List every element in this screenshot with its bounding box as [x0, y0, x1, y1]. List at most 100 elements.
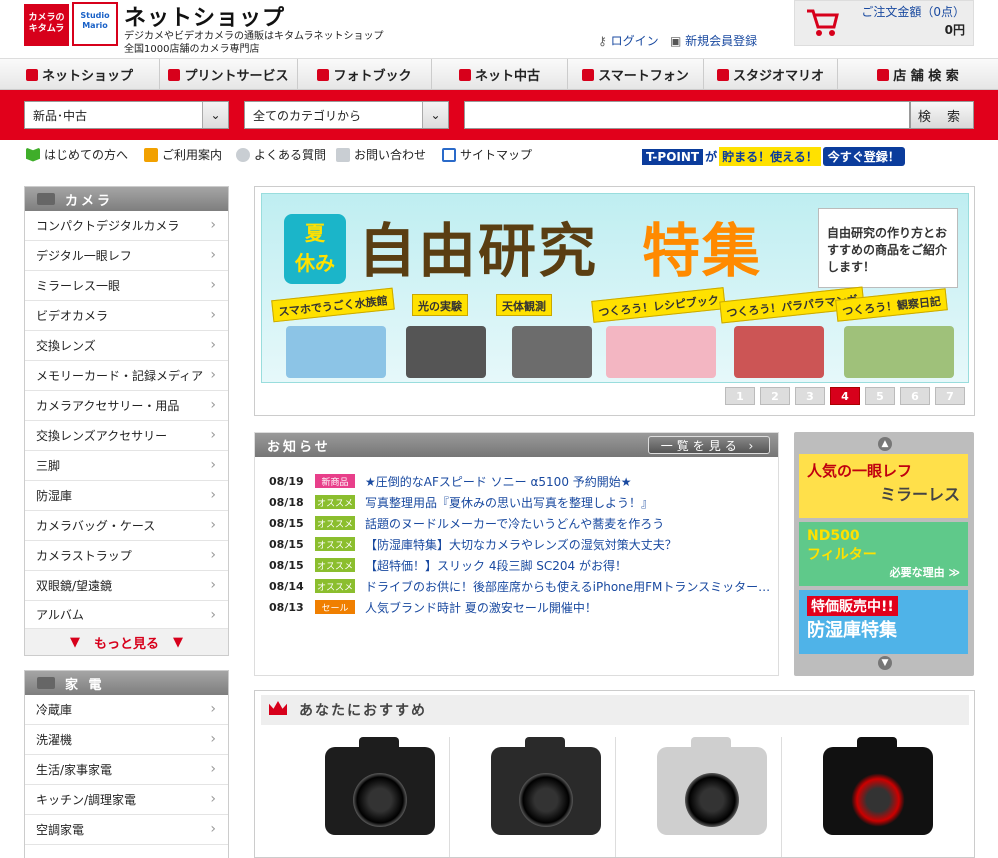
- cart-summary[interactable]: ご注文金額（0点） 0円: [794, 0, 974, 46]
- news-item[interactable]: 08/15 オススメ 【超特価！】スリック 4段三脚 SC204 がお得！: [269, 555, 627, 575]
- util-link-sitemap[interactable]: サイトマップ: [442, 146, 532, 163]
- category-select[interactable]: 全てのカテゴリから ⌄: [244, 101, 449, 129]
- feature-banner[interactable]: 夏 休み 自由研究 特集 自由研究の作り方とおすすめの商品をご紹介します！ スマ…: [261, 193, 969, 383]
- news-date: 08/14: [269, 579, 304, 593]
- sidebar-item[interactable]: アルバム: [25, 601, 228, 629]
- page-button[interactable]: 1: [725, 387, 755, 405]
- product-image[interactable]: [823, 737, 933, 835]
- sidebar-item[interactable]: 交換レンズアクセサリー: [25, 421, 228, 451]
- search-input[interactable]: [464, 101, 910, 129]
- sidebar-item[interactable]: カメラバッグ・ケース: [25, 511, 228, 541]
- sidebar-title: カメラ: [65, 193, 114, 209]
- news-date: 08/19: [269, 474, 304, 488]
- product-card[interactable]: [285, 737, 450, 857]
- side-banner-slr[interactable]: 人気の一眼レフ ミラーレス: [799, 454, 968, 518]
- login-link[interactable]: ⚷ ログイン: [598, 32, 659, 49]
- nav-netshop[interactable]: ネットショップ: [0, 59, 160, 90]
- sidebar-item[interactable]: ミラーレス一眼: [25, 271, 228, 301]
- news-text[interactable]: ★圧倒的なAFスピード ソニー α5100 予約開始★: [365, 473, 632, 490]
- side-banner-text: ミラーレス: [879, 485, 960, 504]
- util-link-label: ご利用案内: [162, 148, 223, 162]
- news-text[interactable]: 人気ブランド時計 夏の激安セール開催中！: [365, 599, 597, 616]
- kitamura-logo[interactable]: カメラの キタムラ: [24, 4, 69, 46]
- news-item[interactable]: 08/13 セール 人気ブランド時計 夏の激安セール開催中！: [269, 597, 597, 617]
- page-button[interactable]: 3: [795, 387, 825, 405]
- product-image[interactable]: [325, 737, 435, 835]
- news-date: 08/15: [269, 537, 304, 551]
- sidebar-item[interactable]: キッチン/調理家電: [25, 785, 228, 815]
- product-card[interactable]: [451, 737, 616, 857]
- news-badge: オススメ: [315, 579, 355, 593]
- sidebar-item[interactable]: メモリーカード・記録メディア: [25, 361, 228, 391]
- nav-photobook[interactable]: フォトブック: [298, 59, 432, 90]
- sidebar-item[interactable]: デジタル一眼レフ: [25, 241, 228, 271]
- util-link-label: はじめての方へ: [44, 148, 129, 162]
- sidebar-item[interactable]: ビデオカメラ: [25, 301, 228, 331]
- news-item[interactable]: 08/19 新商品 ★圧倒的なAFスピード ソニー α5100 予約開始★: [269, 471, 632, 491]
- sidebar-item[interactable]: カメラストラップ: [25, 541, 228, 571]
- page-button-active[interactable]: 4: [830, 387, 860, 405]
- store-icon: [877, 68, 890, 81]
- banner-natsu-badge: 夏 休み: [284, 214, 346, 284]
- sidebar-item[interactable]: 空調家電: [25, 815, 228, 845]
- chevron-down-icon[interactable]: ▼: [878, 656, 892, 670]
- util-link-guide[interactable]: ご利用案内: [144, 146, 222, 163]
- sidebar-item[interactable]: 冷蔵庫: [25, 695, 228, 725]
- news-text[interactable]: 写真整理用品『夏休みの思い出写真を整理しよう！』: [365, 494, 653, 511]
- nav-store-search[interactable]: 店 舗 検 索: [838, 59, 998, 90]
- product-image[interactable]: [657, 737, 767, 835]
- sidebar-item[interactable]: 生活/家事家電: [25, 755, 228, 785]
- util-link-faq[interactable]: よくある質問: [236, 146, 326, 163]
- register-link[interactable]: ▣ 新規会員登録: [670, 32, 757, 49]
- page-button[interactable]: 5: [865, 387, 895, 405]
- sidebar-item[interactable]: 双眼鏡/望遠鏡: [25, 571, 228, 601]
- util-link-beginner[interactable]: はじめての方へ: [26, 146, 128, 163]
- faq-icon: [236, 147, 250, 162]
- nav-used[interactable]: ネット中古: [432, 59, 568, 90]
- page-button[interactable]: 6: [900, 387, 930, 405]
- news-text[interactable]: 【超特価！】スリック 4段三脚 SC204 がお得！: [365, 557, 627, 574]
- studio-mario-logo[interactable]: Studio Mario: [72, 2, 118, 46]
- news-item[interactable]: 08/15 オススメ 【防湿庫特集】大切なカメラやレンズの湿気対策大丈夫？: [269, 534, 677, 554]
- news-text[interactable]: 【防湿庫特集】大切なカメラやレンズの湿気対策大丈夫？: [365, 536, 677, 553]
- news-text[interactable]: 話題のヌードルメーカーで冷たいうどんや蕎麦を作ろう: [365, 515, 664, 532]
- product-image[interactable]: [491, 737, 601, 835]
- side-banner-dry-cabinet[interactable]: 特価販売中!! 防湿庫特集: [799, 590, 968, 654]
- chevron-up-icon[interactable]: ▲: [878, 437, 892, 451]
- nav-studio[interactable]: スタジオマリオ: [704, 59, 838, 90]
- nav-label: フォトブック: [333, 69, 412, 84]
- recommend-title: あなたにおすすめ: [299, 703, 427, 719]
- sidebar-camera-header: カメラ: [25, 187, 228, 211]
- news-item[interactable]: 08/18 オススメ 写真整理用品『夏休みの思い出写真を整理しよう！』: [269, 492, 653, 512]
- tpoint-banner[interactable]: T-POINT が 貯まる！使える！ 今すぐ登録！: [642, 147, 905, 166]
- condition-select[interactable]: 新品･中古 ⌄: [24, 101, 229, 129]
- sidebar-item[interactable]: カメラアクセサリー・用品: [25, 391, 228, 421]
- news-item[interactable]: 08/15 オススメ 話題のヌードルメーカーで冷たいうどんや蕎麦を作ろう: [269, 513, 664, 533]
- product-card[interactable]: [783, 737, 948, 857]
- product-card[interactable]: [617, 737, 782, 857]
- flipbook-image: [734, 326, 824, 378]
- sidebar-item[interactable]: 交換レンズ: [25, 331, 228, 361]
- sidebar-item[interactable]: コンパクトデジタルカメラ: [25, 211, 228, 241]
- feature-carousel: 夏 休み 自由研究 特集 自由研究の作り方とおすすめの商品をご紹介します！ スマ…: [254, 186, 975, 416]
- sidebar-item[interactable]: 洗濯機: [25, 725, 228, 755]
- sidebar-item[interactable]: 防湿庫: [25, 481, 228, 511]
- page-button[interactable]: 2: [760, 387, 790, 405]
- nav-print[interactable]: プリントサービス: [160, 59, 298, 90]
- beginner-icon: [26, 147, 40, 162]
- phone-icon: [582, 68, 595, 81]
- search-button[interactable]: 検 索: [910, 101, 974, 129]
- side-banner-nd500[interactable]: ND500 フィルター 必要な理由 ≫: [799, 522, 968, 586]
- side-banner-text: 防湿庫特集: [807, 620, 897, 641]
- news-item[interactable]: 08/14 オススメ ドライブのお供に！後部座席からも使えるiPhone用FMトラン…: [269, 576, 770, 596]
- tpoint-register-button[interactable]: 今すぐ登録！: [822, 147, 905, 166]
- more-button[interactable]: ▼ もっと見る ▼: [25, 629, 228, 655]
- news-text[interactable]: ドライブのお供に！後部座席からも使えるiPhone用FMトランスミッター…: [365, 578, 770, 595]
- util-link-contact[interactable]: お問い合わせ: [336, 146, 426, 163]
- nav-smartphone[interactable]: スマートフォン: [568, 59, 704, 90]
- page-button[interactable]: 7: [935, 387, 965, 405]
- side-banner-text: ND500: [807, 528, 860, 544]
- news-badge: セール: [315, 600, 355, 614]
- sidebar-item[interactable]: 三脚: [25, 451, 228, 481]
- news-more-button[interactable]: 一覧を見る ›: [648, 436, 770, 454]
